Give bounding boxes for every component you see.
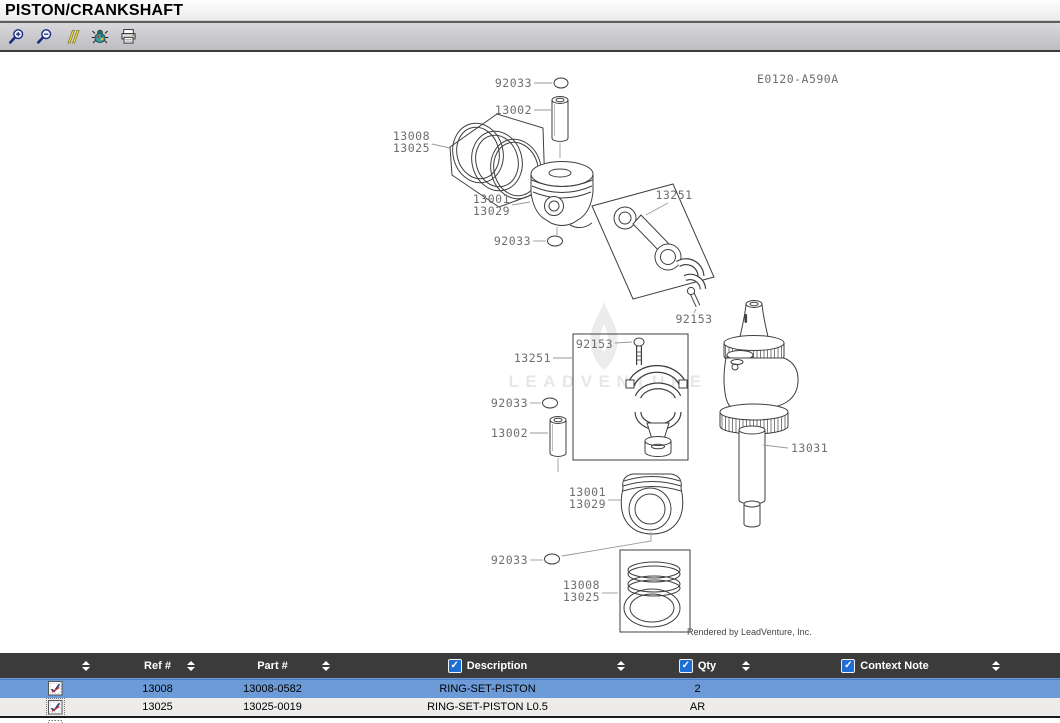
parts-viewer-window: PISTON/CRANKSHAFT (0, 0, 1060, 722)
edit-checkbox-icon (48, 700, 63, 715)
part-label[interactable]: 92153 (576, 337, 613, 351)
context-note-cell (760, 698, 1010, 716)
piston-pin-top (552, 97, 568, 142)
table-row[interactable]: 13008 13008-0582 RING-SET-PISTON 2 (0, 678, 1060, 698)
hotspots-button[interactable] (89, 27, 111, 47)
circlip-third (543, 398, 558, 408)
context-note-checkbox[interactable] (841, 659, 855, 673)
qty-cell: 2 (635, 679, 760, 698)
sort-arrows-icon[interactable] (617, 661, 625, 671)
part-label[interactable]: 13251 (514, 351, 551, 365)
part-label[interactable]: 13251 (655, 188, 692, 202)
piston (531, 162, 593, 228)
part-label[interactable]: 92153 (675, 312, 712, 326)
header-context-note[interactable]: Context Note (760, 653, 1010, 678)
part-label[interactable]: 13002 (491, 426, 528, 440)
circlip-second (548, 236, 563, 246)
row-select-cell[interactable] (0, 679, 110, 698)
zoom-in-button[interactable] (5, 27, 27, 47)
flash-button[interactable] (61, 27, 83, 47)
connecting-rod-box (592, 184, 714, 306)
part-cell: 13008-0582 (205, 679, 340, 698)
sort-arrows-icon[interactable] (322, 661, 330, 671)
header-label: Part # (257, 660, 288, 672)
part-label[interactable]: 13025 (393, 141, 430, 155)
bug-icon (91, 28, 109, 45)
render-credit: Rendered by LeadVenture, Inc. (687, 627, 812, 637)
exploded-diagram: LEADVENTURE E0120-A590A 92033 13002 (0, 52, 1060, 653)
circlip-bottom (545, 554, 560, 564)
rod-bolt-lower (634, 338, 644, 365)
row-select-cell (0, 718, 110, 723)
parts-table: Ref # Part # Description Qty Context Not… (0, 653, 1060, 723)
part-label[interactable]: 92033 (491, 553, 528, 567)
circlip-top (554, 78, 568, 88)
part-label[interactable]: 13029 (473, 204, 510, 218)
zoom-out-icon (36, 28, 53, 45)
row-select-cell[interactable] (0, 698, 110, 716)
sort-arrows-icon[interactable] (82, 661, 90, 671)
context-note-cell (760, 679, 1010, 698)
diagram-toolbar (0, 21, 1060, 52)
filler-cell (1010, 698, 1060, 716)
page-title: PISTON/CRANKSHAFT (5, 2, 1055, 20)
part-label[interactable]: 92033 (491, 396, 528, 410)
piston-bottom-view (621, 474, 683, 534)
sort-arrows-icon[interactable] (187, 661, 195, 671)
header-qty[interactable]: Qty (635, 653, 760, 678)
sort-arrows-icon[interactable] (992, 661, 1000, 671)
flash-icon (64, 29, 80, 45)
zoom-out-button[interactable] (33, 27, 55, 47)
header-description[interactable]: Description (340, 653, 635, 678)
header-ref[interactable]: Ref # (110, 653, 205, 678)
zoom-in-icon (8, 28, 25, 45)
part-label[interactable]: 13025 (563, 590, 600, 604)
qty-cell: AR (635, 698, 760, 716)
crankshaft (720, 301, 798, 528)
header-select-column[interactable] (0, 653, 110, 678)
part-cell: 13025-0019 (205, 698, 340, 716)
part-label[interactable]: 13031 (791, 441, 828, 455)
description-cell: RING-SET-PISTON L0.5 (340, 698, 635, 716)
description-checkbox[interactable] (448, 659, 462, 673)
drawing-number: E0120-A590A (757, 72, 839, 86)
ref-cell: 13025 (110, 698, 205, 716)
rod-bolt-upper (687, 287, 698, 306)
print-icon (120, 28, 137, 45)
edit-checkbox-icon (48, 681, 63, 696)
part-label[interactable]: 92033 (495, 76, 532, 90)
diagram-canvas[interactable]: LEADVENTURE E0120-A590A 92033 13002 (0, 52, 1060, 653)
print-button[interactable] (117, 27, 139, 47)
sort-arrows-icon[interactable] (742, 661, 750, 671)
filler-cell (1010, 679, 1060, 698)
qty-checkbox[interactable] (679, 659, 693, 673)
part-label[interactable]: 13029 (569, 497, 606, 511)
piston-pin-lower (550, 417, 566, 457)
title-bar: PISTON/CRANKSHAFT (0, 0, 1060, 21)
connecting-rod-box-lower (573, 334, 688, 460)
header-label: Ref # (144, 660, 171, 672)
table-header: Ref # Part # Description Qty Context Not… (0, 653, 1060, 678)
header-label: Qty (698, 660, 716, 672)
header-label: Context Note (860, 660, 928, 672)
header-part[interactable]: Part # (205, 653, 340, 678)
piston-ring-set-bottom (620, 550, 690, 632)
part-label[interactable]: 92033 (494, 234, 531, 248)
header-filler (1010, 653, 1060, 678)
header-label: Description (467, 660, 528, 672)
description-cell: RING-SET-PISTON (340, 679, 635, 698)
ref-cell: 13008 (110, 679, 205, 698)
table-row[interactable]: 13025 13025-0019 RING-SET-PISTON L0.5 AR (0, 698, 1060, 716)
